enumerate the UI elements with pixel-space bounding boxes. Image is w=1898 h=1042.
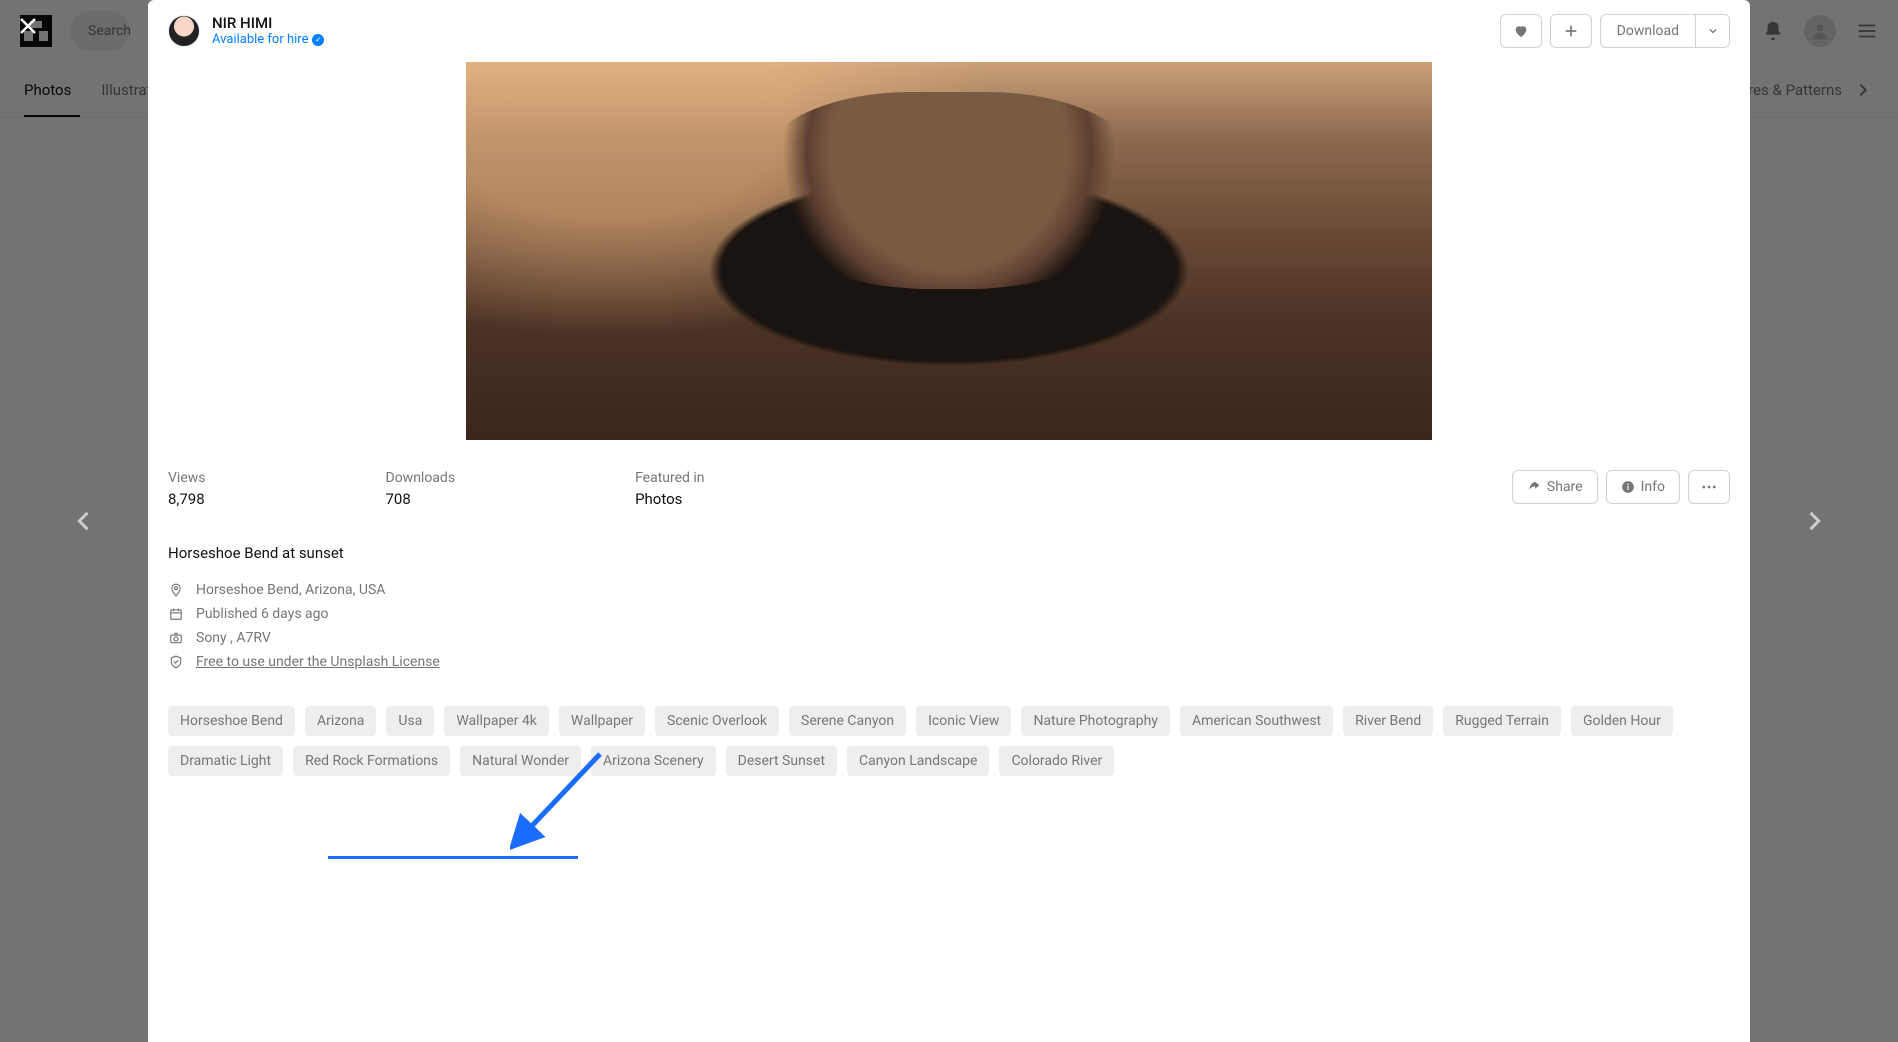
- tag[interactable]: Dramatic Light: [168, 746, 283, 776]
- like-button[interactable]: [1500, 14, 1542, 48]
- tag[interactable]: Serene Canyon: [789, 706, 906, 736]
- dots-icon: [1700, 478, 1718, 496]
- photo-image[interactable]: [466, 62, 1432, 440]
- tag[interactable]: Arizona Scenery: [591, 746, 716, 776]
- share-label: Share: [1547, 479, 1583, 495]
- next-photo-button[interactable]: [1790, 497, 1838, 545]
- annotation-underline: [328, 856, 578, 859]
- stats-actions: Share Info: [1512, 470, 1730, 504]
- license-text: Free to use under the Unsplash License: [196, 654, 440, 670]
- tag-list: Horseshoe Bend Arizona Usa Wallpaper 4k Wall…: [168, 670, 1730, 776]
- tag[interactable]: Natural Wonder: [460, 746, 581, 776]
- tag[interactable]: Canyon Landscape: [847, 746, 989, 776]
- tag[interactable]: Desert Sunset: [726, 746, 837, 776]
- map-pin-icon: [168, 583, 184, 597]
- author-avatar[interactable]: [168, 15, 200, 47]
- info-label: Info: [1641, 479, 1665, 495]
- stat-views: Views 8,798: [168, 470, 206, 508]
- camera-icon: [168, 631, 184, 645]
- calendar-icon: [168, 607, 184, 621]
- author-name[interactable]: NIR HIMI: [212, 14, 324, 32]
- views-label: Views: [168, 470, 206, 486]
- heart-icon: [1513, 23, 1529, 39]
- photo-description: Horseshoe Bend at sunset: [168, 518, 1730, 582]
- download-button[interactable]: Download: [1600, 14, 1696, 48]
- author-block: NIR HIMI Available for hire ✓: [212, 14, 324, 48]
- author-hire-label: Available for hire: [212, 32, 308, 48]
- close-icon: [16, 14, 40, 38]
- stat-downloads: Downloads 708: [386, 470, 456, 508]
- info-icon: [1621, 480, 1635, 494]
- info-button[interactable]: Info: [1606, 470, 1680, 504]
- tag[interactable]: American Southwest: [1180, 706, 1333, 736]
- tag[interactable]: Golden Hour: [1571, 706, 1673, 736]
- tag[interactable]: Scenic Overlook: [655, 706, 779, 736]
- tag[interactable]: Wallpaper 4k: [444, 706, 549, 736]
- stat-featured: Featured in Photos: [635, 470, 704, 508]
- meta-location[interactable]: Horseshoe Bend, Arizona, USA: [168, 582, 1730, 598]
- tag[interactable]: River Bend: [1343, 706, 1433, 736]
- chevron-right-icon: [1800, 507, 1828, 535]
- downloads-value: 708: [386, 490, 456, 508]
- meta-list: Horseshoe Bend, Arizona, USA Published 6…: [168, 582, 1730, 670]
- tag[interactable]: Colorado River: [999, 746, 1114, 776]
- tag[interactable]: Rugged Terrain: [1443, 706, 1561, 736]
- chevron-left-icon: [70, 507, 98, 535]
- author-hire-link[interactable]: Available for hire ✓: [212, 32, 324, 48]
- chevron-down-icon: [1707, 25, 1719, 37]
- tag[interactable]: Wallpaper: [559, 706, 645, 736]
- verified-icon: ✓: [312, 34, 324, 46]
- shield-icon: [168, 655, 184, 669]
- featured-label: Featured in: [635, 470, 704, 486]
- tag[interactable]: Usa: [386, 706, 434, 736]
- tag[interactable]: Arizona: [305, 706, 376, 736]
- add-to-collection-button[interactable]: [1550, 14, 1592, 48]
- close-button[interactable]: [16, 14, 40, 38]
- camera-text: Sony , A7RV: [196, 630, 271, 646]
- published-text: Published 6 days ago: [196, 606, 328, 622]
- tag[interactable]: Horseshoe Bend: [168, 706, 295, 736]
- prev-photo-button[interactable]: [60, 497, 108, 545]
- modal-header: NIR HIMI Available for hire ✓ Download: [148, 0, 1750, 62]
- tag[interactable]: Nature Photography: [1021, 706, 1170, 736]
- more-actions-button[interactable]: [1688, 470, 1730, 504]
- modal-body: Views 8,798 Downloads 708 Featured in Ph…: [148, 62, 1750, 1042]
- meta-license: Free to use under the Unsplash License: [168, 654, 1730, 670]
- license-link[interactable]: Unsplash License: [330, 654, 439, 670]
- hero-wrap: [168, 62, 1730, 440]
- tag[interactable]: Iconic View: [916, 706, 1011, 736]
- stats-row: Views 8,798 Downloads 708 Featured in Ph…: [168, 440, 1730, 518]
- plus-icon: [1563, 23, 1579, 39]
- license-prefix: Free to use under the: [196, 654, 330, 670]
- location-text: Horseshoe Bend, Arizona, USA: [196, 582, 385, 598]
- meta-published: Published 6 days ago: [168, 606, 1730, 622]
- featured-value[interactable]: Photos: [635, 490, 704, 508]
- photo-modal: NIR HIMI Available for hire ✓ Download: [148, 0, 1750, 1042]
- share-icon: [1527, 480, 1541, 494]
- meta-camera: Sony , A7RV: [168, 630, 1730, 646]
- download-group: Download: [1600, 14, 1730, 48]
- share-button[interactable]: Share: [1512, 470, 1598, 504]
- download-options-button[interactable]: [1696, 14, 1730, 48]
- modal-header-actions: Download: [1500, 14, 1730, 48]
- tag[interactable]: Red Rock Formations: [293, 746, 450, 776]
- views-value: 8,798: [168, 490, 206, 508]
- downloads-label: Downloads: [386, 470, 456, 486]
